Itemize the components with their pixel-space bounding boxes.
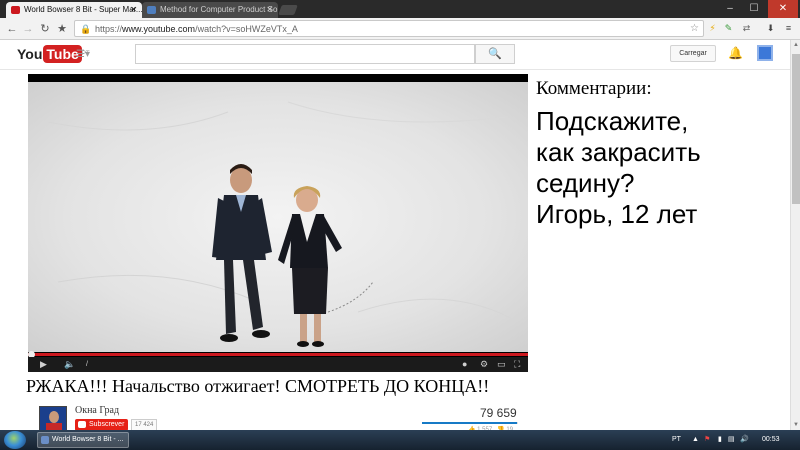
youtube-favicon-icon <box>11 6 20 14</box>
notifications-bell-icon[interactable]: 🔔 <box>728 46 743 60</box>
upload-button[interactable]: Carregar <box>670 45 716 62</box>
page-favicon-icon <box>147 6 156 14</box>
browser-toolbar: ← → ↻ ★ 🔒 https://www.youtube.com/watch?… <box>0 18 800 40</box>
subscribe-label: Subscrever <box>89 421 125 428</box>
close-tab-icon[interactable]: ✕ <box>266 2 273 18</box>
view-count: 79 659 <box>480 406 517 420</box>
volume-tray-icon[interactable]: 🔊 <box>740 433 749 447</box>
annotations-icon[interactable]: ● <box>462 359 467 370</box>
scroll-up-icon[interactable]: ▲ <box>791 40 800 50</box>
tab-title: World Bowser 8 Bit - Super Mar... <box>24 5 142 14</box>
search-input[interactable] <box>135 44 475 64</box>
action-center-flag-icon[interactable]: ⚑ <box>704 433 710 447</box>
forward-arrow-icon[interactable]: → <box>20 21 36 37</box>
menu-icon[interactable]: ≡ <box>782 22 795 35</box>
sync-extension-icon[interactable]: ⇄ <box>740 22 753 35</box>
tray-arrow-icon[interactable]: ▲ <box>692 433 699 447</box>
theater-mode-icon[interactable]: ▭ <box>497 359 506 370</box>
tab-method-computer[interactable]: Method for Computer Product So... ✕ <box>142 2 278 18</box>
taskbar-chrome-window[interactable]: World Bowser 8 Bit - ... <box>37 432 129 448</box>
url-scheme: https:// <box>95 24 123 34</box>
settings-gear-icon[interactable]: ⚙ <box>480 359 488 370</box>
video-frame[interactable] <box>28 82 528 352</box>
play-icon[interactable]: ▶ <box>40 359 47 370</box>
like-ratio-bar <box>422 422 518 424</box>
man-figure <box>212 164 272 342</box>
channel-avatar[interactable] <box>39 406 67 432</box>
time-separator: / <box>86 361 88 368</box>
network-icon[interactable]: ▮ <box>718 433 722 447</box>
close-tab-icon[interactable]: ✕ <box>130 2 137 18</box>
browser-titlebar: World Bowser 8 Bit - Super Mar... ✕ Meth… <box>0 0 800 18</box>
address-bar[interactable]: 🔒 https://www.youtube.com/watch?v=soHWZe… <box>74 20 704 37</box>
url-text: https://www.youtube.com/watch?v=soHWZeVT… <box>95 21 298 37</box>
reload-icon[interactable]: ↻ <box>37 21 53 37</box>
woman-figure <box>278 186 342 347</box>
scroll-down-icon[interactable]: ▼ <box>791 420 800 430</box>
tab-world-bowser[interactable]: World Bowser 8 Bit - Super Mar... ✕ <box>6 2 142 18</box>
minimize-icon[interactable]: – <box>718 0 742 18</box>
comment-line: Подскажите, <box>536 106 689 136</box>
taskbar-window-title: World Bowser 8 Bit - ... <box>52 436 124 443</box>
scroll-thumb[interactable] <box>792 54 800 204</box>
windows-taskbar: World Bowser 8 Bit - ... PT ▲ ⚑ ▮ ▤ 🔊 00… <box>0 430 800 450</box>
search-icon: 🔍 <box>488 48 502 60</box>
signal-icon[interactable]: ▤ <box>728 433 735 447</box>
logo-you: You <box>17 46 43 62</box>
lightning-extension-icon[interactable]: ⚡ <box>706 22 719 35</box>
video-title: РЖАКА!!! Начальство отжигает! СМОТРЕТЬ Д… <box>26 376 490 396</box>
channel-name[interactable]: Окна Град <box>75 405 119 416</box>
page-scrollbar[interactable]: ▲ ▼ <box>790 40 800 430</box>
chrome-icon <box>41 436 49 444</box>
new-tab-button[interactable] <box>278 5 298 15</box>
keyboard-language[interactable]: PT <box>672 433 681 447</box>
comment-line: как закрасить <box>536 137 701 167</box>
clock[interactable]: 00:53 <box>762 433 780 447</box>
bookmark-star-icon[interactable]: ★ <box>54 21 70 37</box>
pen-extension-icon[interactable]: ✎ <box>722 22 735 35</box>
comment-line: Игорь, 12 лет <box>536 199 698 229</box>
url-path: /watch?v=soHWZeVTx_A <box>195 24 298 34</box>
youtube-play-icon <box>78 421 86 428</box>
like-ratio-fill <box>422 422 518 424</box>
video-progress-bar[interactable] <box>28 351 528 358</box>
comments-heading: Комментарии: <box>536 78 652 99</box>
fullscreen-icon[interactable]: ⛶ <box>514 359 520 370</box>
start-button[interactable] <box>4 431 26 449</box>
volume-icon[interactable]: 🔈 <box>64 359 75 370</box>
comment-line: седину? <box>536 168 635 198</box>
video-player[interactable]: ▶ 🔈 / ● ⚙ ▭ ⛶ <box>28 74 528 372</box>
comment-text: Подскажите, как закрасить седину? Игорь,… <box>536 106 786 230</box>
lock-icon: 🔒 <box>80 24 92 34</box>
search-button[interactable]: 🔍 <box>475 44 515 64</box>
youtube-header: You Tube PT ☰▾ 🔍 Carregar 🔔 <box>0 40 790 70</box>
url-host: www.youtube.com <box>122 24 196 34</box>
account-avatar[interactable] <box>757 45 773 61</box>
guide-menu-icon[interactable]: ☰▾ <box>76 49 90 60</box>
player-controls: ▶ 🔈 / ● ⚙ ▭ ⛶ <box>28 357 528 372</box>
back-arrow-icon[interactable]: ← <box>4 21 20 37</box>
download-icon[interactable]: ⬇ <box>764 22 777 35</box>
close-window-icon[interactable]: ✕ <box>768 0 798 18</box>
maximize-icon[interactable]: ☐ <box>742 0 766 18</box>
channel-avatar-image <box>40 407 66 431</box>
video-scene <box>47 101 519 347</box>
star-icon[interactable]: ☆ <box>690 21 699 37</box>
tab-title: Method for Computer Product So... <box>160 5 278 14</box>
